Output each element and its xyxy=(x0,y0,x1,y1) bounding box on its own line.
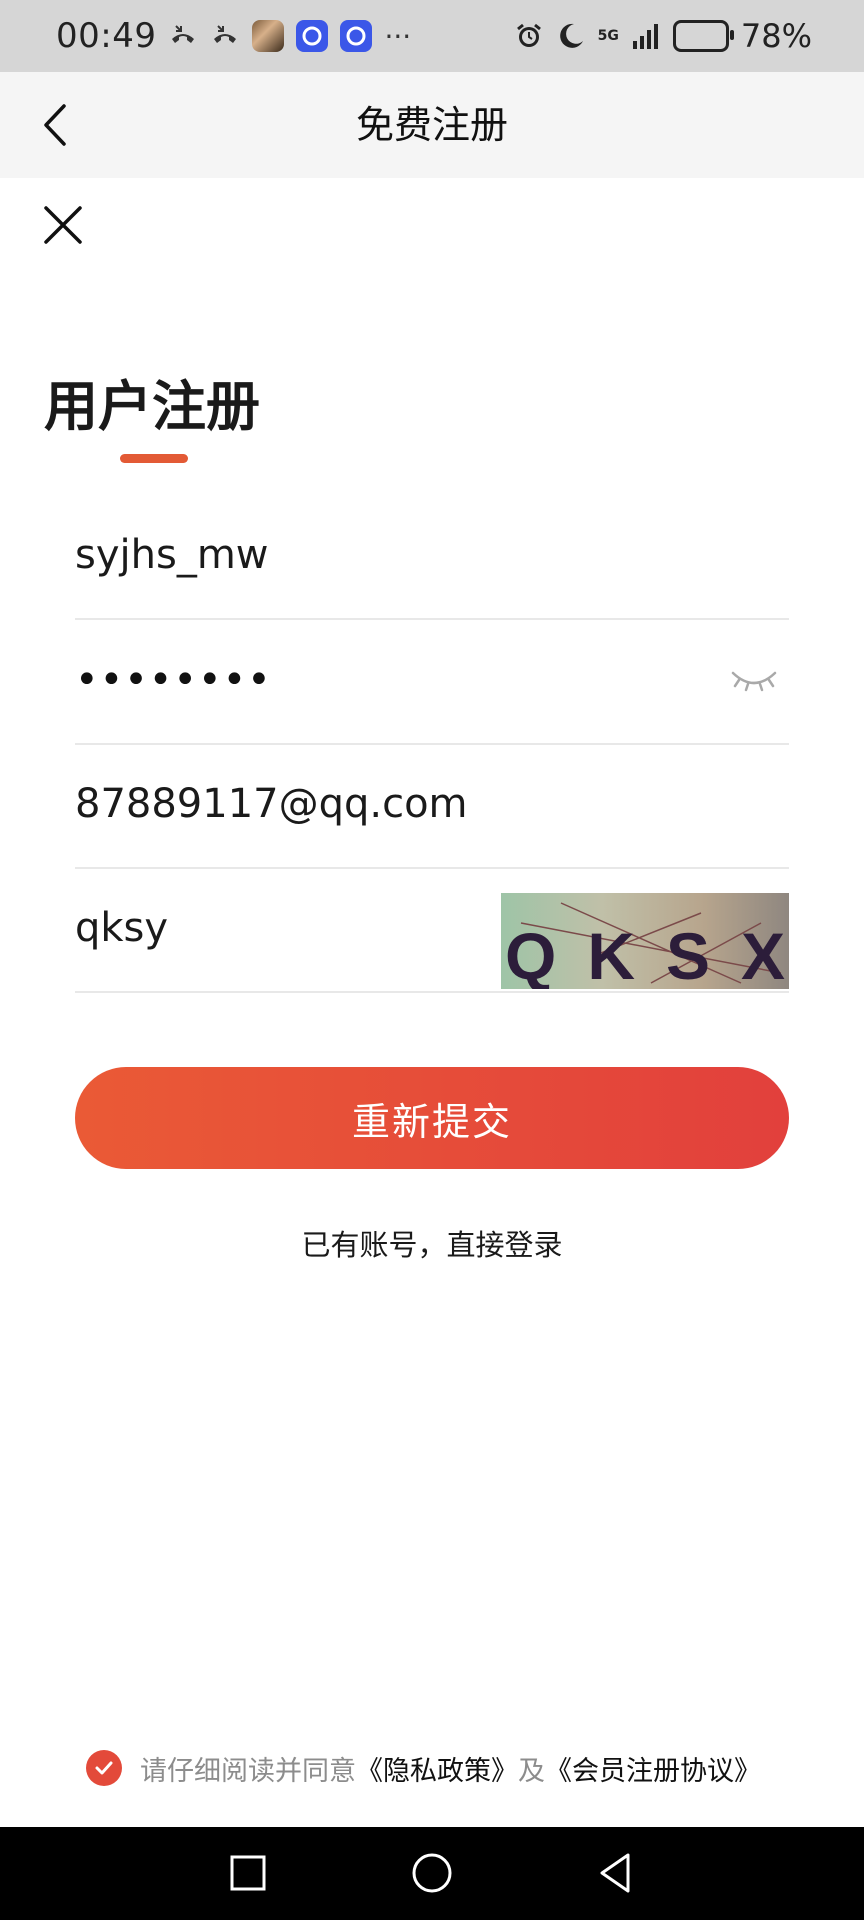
status-time: 00:49 xyxy=(56,16,157,56)
app-header: 免费注册 xyxy=(0,72,864,178)
toggle-password-button[interactable] xyxy=(729,659,779,699)
check-icon xyxy=(95,1761,113,1775)
login-link[interactable]: 已有账号，直接登录 xyxy=(0,1222,864,1264)
email-field xyxy=(75,743,789,869)
agreement-checkbox[interactable] xyxy=(86,1750,122,1786)
agreement-and: 及 xyxy=(518,1755,545,1787)
agreement-row: 请仔细阅读并同意 《隐私政策》 及 《会员注册协议》 xyxy=(86,1748,761,1788)
status-right: 5G 78% xyxy=(514,0,812,72)
password-field: •••••••• xyxy=(75,619,789,745)
captcha-input[interactable] xyxy=(75,867,455,989)
signal-icon xyxy=(631,21,661,51)
circle-icon xyxy=(412,1853,452,1893)
close-button[interactable] xyxy=(38,200,88,250)
app-blue-icon xyxy=(340,20,373,52)
header-title: 免费注册 xyxy=(355,103,508,147)
status-bar: 00:49 ··· 5G 78% xyxy=(0,0,864,72)
username-field xyxy=(75,494,789,620)
app-blue-icon xyxy=(296,20,329,52)
captcha-field: QKSX xyxy=(75,867,789,993)
moon-icon xyxy=(556,21,586,51)
resubmit-button[interactable]: 重新提交 xyxy=(75,1067,789,1169)
nav-back-button[interactable] xyxy=(590,1847,642,1899)
triangle-back-icon xyxy=(600,1853,630,1893)
alarm-icon xyxy=(514,21,544,51)
eye-closed-icon xyxy=(731,671,777,692)
captcha-image-text: QKSX xyxy=(505,919,785,989)
battery-icon xyxy=(672,20,734,52)
captcha-image[interactable]: QKSX xyxy=(501,893,789,989)
username-input[interactable] xyxy=(75,494,635,616)
agreement-prefix: 请仔细阅读并同意 xyxy=(140,1755,356,1787)
privacy-policy-link[interactable]: 《隐私政策》 xyxy=(356,1749,518,1788)
title-underline xyxy=(120,454,188,463)
home-button[interactable] xyxy=(406,1847,458,1899)
page-title: 用户注册 xyxy=(44,375,260,438)
close-icon xyxy=(44,206,82,244)
more-dots-icon: ··· xyxy=(384,19,412,53)
app-photo-icon xyxy=(252,20,285,52)
network-label: 5G xyxy=(597,28,619,44)
battery-percent: 78% xyxy=(740,17,812,55)
member-agreement-link[interactable]: 《会员注册协议》 xyxy=(545,1749,761,1788)
square-icon xyxy=(230,1855,266,1891)
system-nav-bar xyxy=(0,1827,864,1920)
status-left: 00:49 ··· xyxy=(56,0,411,72)
missed-call-icon xyxy=(168,21,198,51)
recents-button[interactable] xyxy=(222,1847,274,1899)
email-input[interactable] xyxy=(75,743,635,865)
password-input[interactable]: •••••••• xyxy=(75,657,272,703)
missed-call-icon xyxy=(210,21,240,51)
